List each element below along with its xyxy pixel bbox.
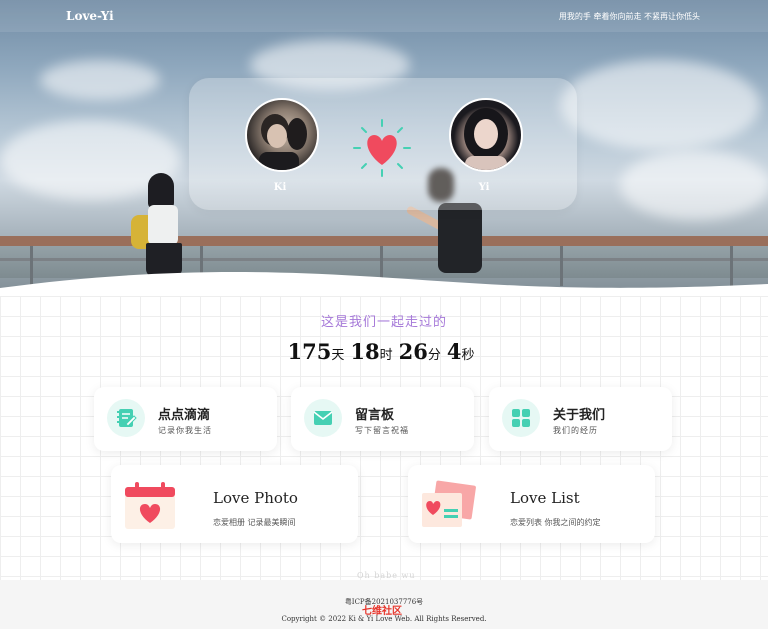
card-title: Love Photo	[213, 489, 298, 507]
girl-shirt	[148, 205, 178, 245]
cloud	[560, 60, 760, 150]
avatar-name-yi: Yi	[478, 182, 490, 193]
avatar-yi	[449, 98, 523, 172]
mail-icon	[304, 399, 342, 437]
card-subtitle: 恋爱列表 你我之间的约定	[510, 518, 601, 527]
timer-hours-unit: 时	[379, 348, 393, 363]
timer-seconds: 4	[446, 339, 462, 364]
timer-days: 175	[287, 339, 332, 364]
heart-icon	[352, 118, 412, 178]
notepad-icon	[107, 399, 145, 437]
timer-minutes: 26	[398, 339, 428, 364]
card-subtitle: 记录你我生活	[158, 426, 212, 435]
calendar-heart-icon	[123, 479, 177, 535]
card-title: 留言板	[355, 408, 395, 423]
card-title: Love List	[510, 489, 580, 507]
card-love-list[interactable]: Love List 恋爱列表 你我之间的约定	[408, 465, 655, 543]
timer-seconds-unit: 秒	[461, 348, 475, 363]
faint-caption: Oh babe wu	[357, 571, 416, 580]
card-title: 点点滴滴	[158, 408, 211, 423]
card-about[interactable]: 关于我们 我们的经历	[489, 387, 672, 451]
together-caption: 这是我们一起走过的	[320, 315, 447, 330]
timer-minutes-unit: 分	[427, 348, 441, 363]
card-subtitle: 写下留言祝福	[355, 426, 409, 435]
card-title: 关于我们	[553, 408, 606, 423]
avatar-ki	[245, 98, 319, 172]
site-motto: 用我的手 牵着你向前走 不紧再让你低头	[558, 12, 700, 21]
grid-icon	[502, 399, 540, 437]
wave-divider	[0, 272, 768, 300]
copyright-text: Copyright © 2022 Ki & Yi Love Web. All R…	[281, 615, 487, 623]
railing-bar	[0, 258, 768, 261]
cloud	[620, 150, 768, 220]
top-navbar: Love-Yi 用我的手 牵着你向前走 不紧再让你低头	[0, 0, 768, 32]
girl-figure	[148, 173, 174, 209]
card-moments[interactable]: 点点滴滴 记录你我生活	[94, 387, 277, 451]
photos-heart-icon	[420, 479, 480, 535]
card-subtitle: 恋爱相册 记录最美瞬间	[213, 518, 296, 527]
railing	[0, 236, 768, 246]
avatar-name-ki: Ki	[273, 182, 287, 193]
cloud	[40, 60, 160, 100]
love-timer: 175天 18时 26分 4秒	[0, 339, 768, 364]
card-guestbook[interactable]: 留言板 写下留言祝福	[291, 387, 474, 451]
card-subtitle: 我们的经历	[553, 426, 598, 435]
card-love-photo[interactable]: Love Photo 恋爱相册 记录最美瞬间	[111, 465, 358, 543]
site-brand[interactable]: Love-Yi	[66, 9, 114, 23]
couple-card: Ki Yi	[189, 78, 577, 210]
timer-hours: 18	[350, 339, 380, 364]
timer-days-unit: 天	[331, 348, 345, 363]
